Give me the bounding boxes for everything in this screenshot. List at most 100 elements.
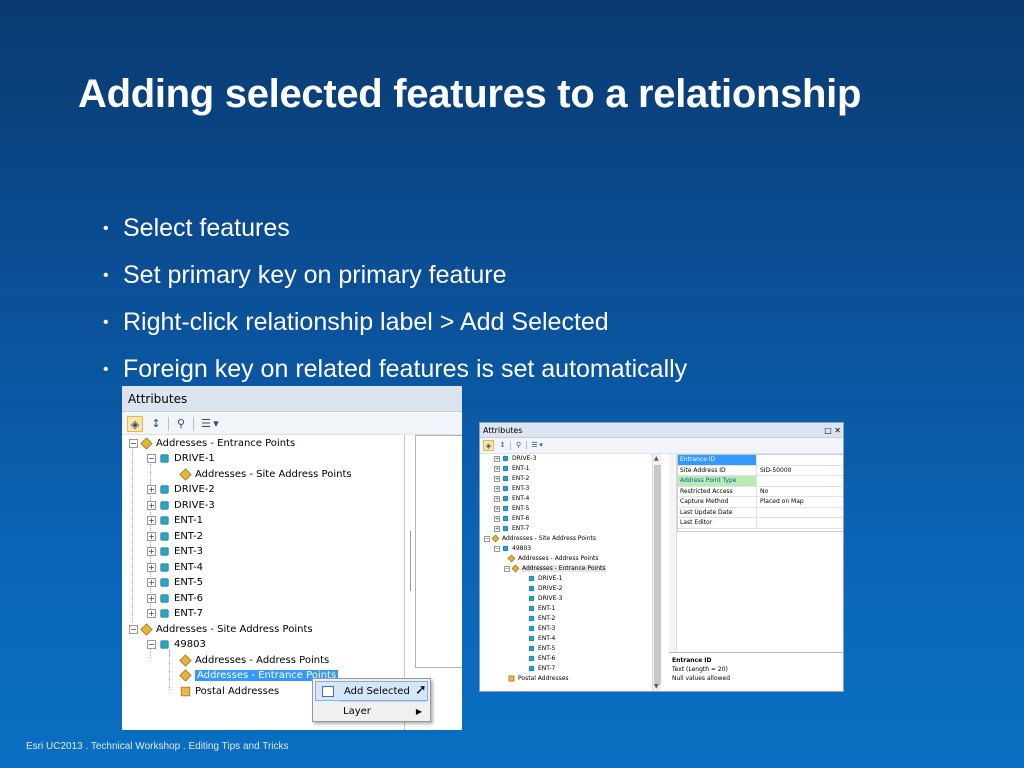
scroll-thumb[interactable] xyxy=(654,465,661,685)
collapse-icon[interactable]: − xyxy=(484,535,490,542)
tree-node[interactable]: ENT-1 xyxy=(528,604,555,614)
tree-node[interactable]: + ENT-3 xyxy=(494,484,529,494)
tree-node[interactable]: + DRIVE-2 xyxy=(147,482,215,497)
tree-node[interactable]: Addresses - Address Points xyxy=(179,653,329,668)
tree-node[interactable]: DRIVE-3 xyxy=(528,594,562,604)
expand-icon[interactable]: + xyxy=(147,546,156,556)
tree-node[interactable]: − Addresses - Site Address Points xyxy=(129,622,313,637)
tree-node[interactable]: + ENT-3 xyxy=(147,544,203,559)
expand-icon[interactable]: + xyxy=(147,577,156,587)
collapse-icon[interactable]: − xyxy=(494,545,500,552)
attributes-toolbar: ◈ ↕ ⚲ ☰ ▾ xyxy=(480,438,843,454)
tree-node[interactable]: − Addresses - Site Address Points xyxy=(484,534,596,544)
attribute-row[interactable]: Site Address ID SID-50000 xyxy=(678,465,843,476)
expand-icon[interactable]: + xyxy=(494,465,500,472)
collapse-icon[interactable]: − xyxy=(504,565,510,572)
tree-node[interactable]: − Addresses - Entrance Points xyxy=(129,436,295,451)
attribute-value[interactable] xyxy=(758,508,843,518)
window-controls[interactable]: □ ✕ xyxy=(824,423,841,438)
tree-node[interactable]: − 49803 xyxy=(147,637,206,652)
tree-node[interactable]: + ENT-2 xyxy=(494,474,529,484)
tree-node[interactable]: ENT-2 xyxy=(528,614,555,624)
tree-node-label: Addresses - Site Address Points xyxy=(195,469,352,480)
scroll-up-icon[interactable]: ▲ xyxy=(654,455,659,462)
attribute-value[interactable]: SID-50000 xyxy=(758,466,843,476)
tree-node[interactable]: + DRIVE-3 xyxy=(147,498,215,513)
tree-node[interactable]: + ENT-2 xyxy=(147,529,203,544)
attribute-value[interactable] xyxy=(758,476,843,486)
tree-node[interactable]: + ENT-4 xyxy=(147,560,203,575)
scroll-down-icon[interactable]: ▼ xyxy=(654,683,659,690)
tree-scrollbar[interactable]: ▲ ▼ xyxy=(652,454,661,691)
attribute-grid: Entrance ID Site Address ID SID-50000 Ad… xyxy=(677,454,843,532)
expand-icon[interactable]: + xyxy=(494,525,500,532)
bullet-item: • Set primary key on primary feature xyxy=(103,252,687,299)
attribute-row[interactable]: Restricted Access No xyxy=(678,486,843,497)
attribute-row[interactable]: Last Editor xyxy=(678,518,843,529)
splitter[interactable] xyxy=(410,531,411,591)
tree-node[interactable]: − Addresses - Entrance Points xyxy=(504,564,606,574)
collapse-icon[interactable]: − xyxy=(147,639,156,649)
attribute-value[interactable] xyxy=(758,455,843,465)
tree-node[interactable]: Addresses - Address Points xyxy=(507,554,599,564)
tree-node[interactable]: + ENT-6 xyxy=(147,591,203,606)
feature-icon xyxy=(160,639,169,649)
chevron-down-icon[interactable]: ▾ xyxy=(538,440,544,451)
tree-node[interactable]: + ENT-6 xyxy=(494,514,529,524)
tree-node[interactable]: − 49803 xyxy=(494,544,531,554)
expand-icon[interactable]: + xyxy=(147,531,156,541)
tree-node[interactable]: + ENT-5 xyxy=(147,575,203,590)
expand-icon[interactable]: + xyxy=(147,593,156,603)
tree-node[interactable]: + ENT-7 xyxy=(147,606,203,621)
attribute-value[interactable] xyxy=(758,518,843,528)
feature-icon xyxy=(160,562,169,572)
attribute-value[interactable]: No xyxy=(758,487,843,497)
tree-node[interactable]: ENT-5 xyxy=(528,644,555,654)
tree-node[interactable]: + ENT-1 xyxy=(147,513,203,528)
attribute-row[interactable]: Entrance ID xyxy=(678,455,843,466)
tree-node[interactable]: ENT-7 xyxy=(528,664,555,674)
expand-icon[interactable]: + xyxy=(494,495,500,502)
attribute-row[interactable]: Last Update Date xyxy=(678,507,843,518)
tree-node[interactable]: Postal Addresses xyxy=(180,684,279,699)
expand-icon[interactable]: + xyxy=(494,455,500,462)
tree-node[interactable]: ENT-3 xyxy=(528,624,555,634)
menu-item-layer[interactable]: Layer ▶ xyxy=(315,702,428,722)
tree-node[interactable]: ENT-6 xyxy=(528,654,555,664)
expand-icon[interactable]: + xyxy=(494,515,500,522)
tree-node[interactable]: DRIVE-2 xyxy=(528,584,562,594)
tree-node[interactable]: Postal Addresses xyxy=(508,674,569,684)
tree-node[interactable]: + ENT-4 xyxy=(494,494,529,504)
tree-node[interactable]: + ENT-5 xyxy=(494,504,529,514)
tree-node[interactable]: + ENT-7 xyxy=(494,524,529,534)
expand-icon[interactable]: + xyxy=(147,515,156,525)
tree-node[interactable]: − DRIVE-1 xyxy=(147,451,215,466)
sort-az-icon[interactable]: ↕ xyxy=(497,440,508,451)
find-related-icon[interactable]: ⚲ xyxy=(173,416,189,432)
expand-icon[interactable]: + xyxy=(494,505,500,512)
attribute-value[interactable]: Placed on Map xyxy=(758,497,843,507)
expand-icon[interactable]: + xyxy=(147,608,156,618)
chevron-down-icon[interactable]: ▾ xyxy=(212,416,220,432)
collapse-icon[interactable]: − xyxy=(129,438,138,448)
sort-az-icon[interactable]: ↕ xyxy=(148,416,164,432)
menu-item-add-selected[interactable]: Add Selected xyxy=(315,681,428,701)
tree-node[interactable]: DRIVE-1 xyxy=(528,574,562,584)
attribute-row-primary-key[interactable]: Address Point Type xyxy=(678,476,843,487)
attributes-toolbar: ◈ ↕ ⚲ ☰ ▾ xyxy=(122,413,462,435)
show-features-icon[interactable]: ◈ xyxy=(127,416,143,432)
show-features-icon[interactable]: ◈ xyxy=(483,440,494,451)
collapse-icon[interactable]: − xyxy=(147,453,156,463)
expand-icon[interactable]: + xyxy=(147,500,156,510)
expand-icon[interactable]: + xyxy=(494,475,500,482)
tree-node[interactable]: Addresses - Site Address Points xyxy=(179,467,352,482)
collapse-icon[interactable]: − xyxy=(129,624,138,634)
expand-icon[interactable]: + xyxy=(147,562,156,572)
tree-node[interactable]: + DRIVE-3 xyxy=(494,454,536,464)
attribute-row[interactable]: Capture Method Placed on Map xyxy=(678,497,843,508)
find-related-icon[interactable]: ⚲ xyxy=(513,440,524,451)
tree-node[interactable]: ENT-4 xyxy=(528,634,555,644)
expand-icon[interactable]: + xyxy=(147,484,156,494)
tree-node[interactable]: + ENT-1 xyxy=(494,464,529,474)
expand-icon[interactable]: + xyxy=(494,485,500,492)
